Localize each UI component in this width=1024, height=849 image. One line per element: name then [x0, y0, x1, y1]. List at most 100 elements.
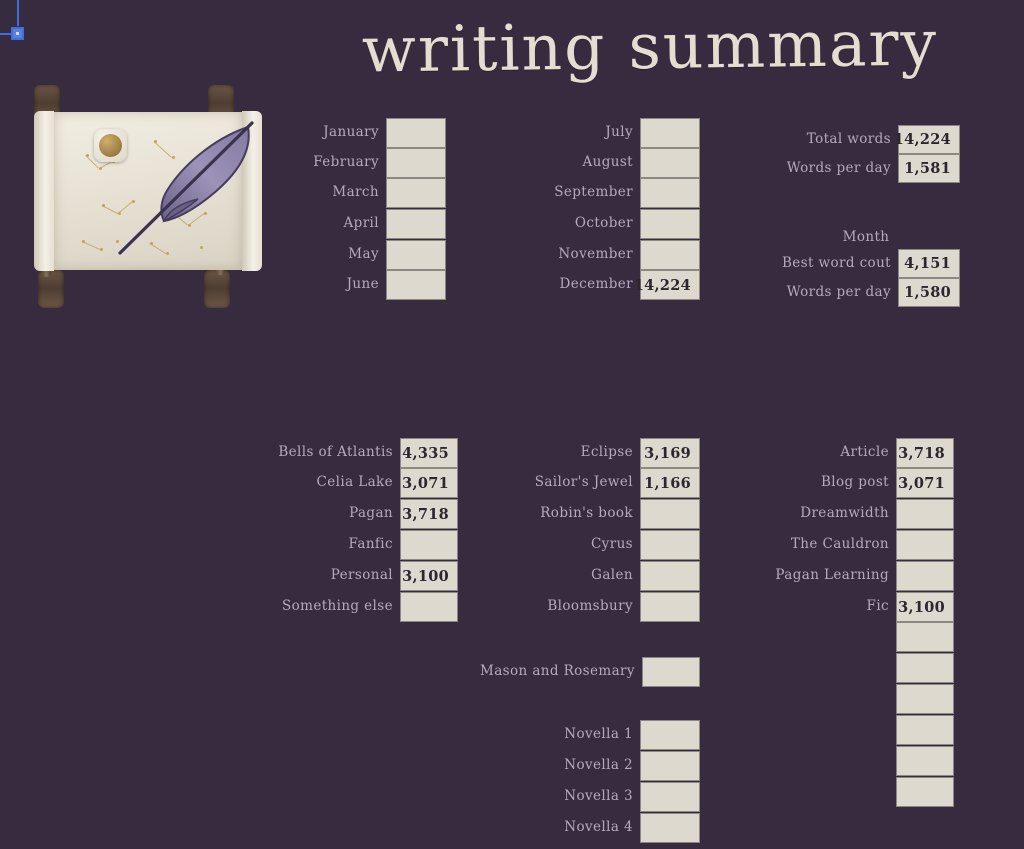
- table-row: January: [250, 118, 446, 148]
- row-label: July: [605, 124, 633, 141]
- value-cell-right-11[interactable]: [896, 746, 954, 776]
- row-label: Article: [840, 444, 889, 461]
- table-row: Bells of Atlantis 4,335: [200, 438, 458, 468]
- value-cell-month-words-per-day[interactable]: 1,580: [898, 278, 960, 307]
- table-row: Novella 2: [520, 751, 700, 781]
- table-row: September: [500, 178, 700, 208]
- value-cell-novella-3[interactable]: [640, 782, 700, 812]
- value-cell-robins-book[interactable]: [640, 499, 700, 529]
- value-cell-august[interactable]: [640, 148, 700, 178]
- row-label: January: [323, 124, 379, 141]
- row-label: Novella 2: [564, 757, 633, 774]
- value-cell-galen[interactable]: [640, 561, 700, 591]
- value-cell-march[interactable]: [386, 178, 446, 208]
- value-cell-april[interactable]: [386, 209, 446, 239]
- table-row: Blog post 3,071: [740, 468, 954, 498]
- value-cell-right-9[interactable]: [896, 684, 954, 714]
- row-label: Bloomsbury: [547, 598, 633, 615]
- value-cell-novella-2[interactable]: [640, 751, 700, 781]
- value-cell-cyrus[interactable]: [640, 530, 700, 560]
- value-cell-june[interactable]: [386, 270, 446, 300]
- value-cell-dreamwidth[interactable]: [896, 499, 954, 529]
- value-cell-right-8[interactable]: [896, 653, 954, 683]
- table-row: [740, 653, 954, 683]
- table-row: March: [250, 178, 446, 208]
- table-row: November: [500, 240, 700, 270]
- value-cell-novella-1[interactable]: [640, 720, 700, 750]
- value-cell-sailors-jewel[interactable]: 1,166: [640, 468, 700, 498]
- page-title: writing summary: [361, 6, 939, 87]
- value-cell-december[interactable]: 14,224: [634, 270, 700, 300]
- value-cell-january[interactable]: [386, 118, 446, 148]
- table-row: [740, 715, 954, 745]
- value-cell-total-words[interactable]: 14,224: [894, 125, 960, 154]
- row-label: November: [558, 246, 633, 263]
- scroll-with-quill-illustration: [28, 85, 268, 310]
- value-cell-novella-4[interactable]: [640, 813, 700, 843]
- row-label: Fic: [866, 598, 889, 615]
- row-label: Bells of Atlantis: [278, 444, 393, 461]
- table-row: Novella 1: [520, 720, 700, 750]
- row-label: Celia Lake: [316, 474, 393, 491]
- table-row: Fic 3,100: [740, 592, 954, 622]
- row-label: Words per day: [786, 159, 891, 176]
- table-row: [740, 622, 954, 652]
- value-cell-something-else[interactable]: [400, 592, 458, 622]
- value-cell-article[interactable]: 3,718: [896, 438, 954, 468]
- table-row: Something else: [200, 592, 458, 622]
- selection-resize-handle[interactable]: [11, 27, 24, 40]
- table-row: [740, 777, 954, 807]
- table-row: [740, 684, 954, 714]
- value-cell-mason-and-rosemary[interactable]: [641, 657, 700, 687]
- table-row: Words per day 1,580: [760, 278, 960, 307]
- value-cell-blog-post[interactable]: 3,071: [896, 468, 954, 498]
- value-cell-celia-lake[interactable]: 3,071: [400, 468, 458, 498]
- value-cell-right-12[interactable]: [896, 777, 954, 807]
- row-label: October: [574, 215, 633, 232]
- section-heading-month: Month: [842, 229, 890, 245]
- value-cell-words-per-day[interactable]: 1,581: [898, 154, 960, 183]
- row-label: Words per day: [786, 283, 891, 300]
- table-row: May: [250, 240, 446, 270]
- value-cell-the-cauldron[interactable]: [896, 530, 954, 560]
- value-cell-fanfic[interactable]: [400, 530, 458, 560]
- table-row: Pagan 3,718: [200, 499, 458, 529]
- table-row: February: [250, 148, 446, 178]
- row-label: April: [343, 215, 379, 232]
- parchment-paper: [34, 111, 262, 271]
- table-row: December 14,224: [500, 270, 700, 300]
- value-cell-fic[interactable]: 3,100: [896, 592, 954, 622]
- table-row: April: [250, 209, 446, 239]
- value-cell-november[interactable]: [640, 240, 700, 270]
- wax-seal-icon: [94, 129, 127, 162]
- value-cell-october[interactable]: [640, 209, 700, 239]
- value-cell-pagan-learning[interactable]: [896, 561, 954, 591]
- value-cell-personal[interactable]: 3,100: [400, 561, 458, 591]
- value-cell-february[interactable]: [386, 148, 446, 178]
- table-row: Galen: [480, 561, 700, 591]
- value-cell-bells-of-atlantis[interactable]: 4,335: [400, 438, 458, 468]
- row-label: Dreamwidth: [800, 505, 889, 522]
- value-cell-pagan[interactable]: 3,718: [400, 499, 458, 529]
- value-cell-right-10[interactable]: [896, 715, 954, 745]
- row-label: Total words: [806, 130, 891, 147]
- value-cell-july[interactable]: [640, 118, 700, 148]
- table-row: October: [500, 209, 700, 239]
- row-label: Cyrus: [590, 536, 633, 553]
- table-row: Eclipse 3,169: [480, 438, 700, 468]
- spreadsheet-canvas: writing summary January February March A…: [0, 0, 1024, 849]
- value-cell-eclipse[interactable]: 3,169: [640, 438, 700, 468]
- value-cell-may[interactable]: [386, 240, 446, 270]
- value-cell-bloomsbury[interactable]: [640, 592, 700, 622]
- value-cell-right-7[interactable]: [896, 622, 954, 652]
- row-label: Something else: [281, 598, 393, 615]
- table-row: Robin's book: [480, 499, 700, 529]
- table-row: Fanfic: [200, 530, 458, 560]
- row-label: March: [332, 184, 379, 201]
- table-row: July: [500, 118, 700, 148]
- table-row: The Cauldron: [740, 530, 954, 560]
- value-cell-september[interactable]: [640, 178, 700, 208]
- value-cell-best-word-count[interactable]: 4,151: [898, 249, 960, 278]
- row-label: Mason and Rosemary: [480, 663, 635, 680]
- row-label: September: [554, 184, 633, 201]
